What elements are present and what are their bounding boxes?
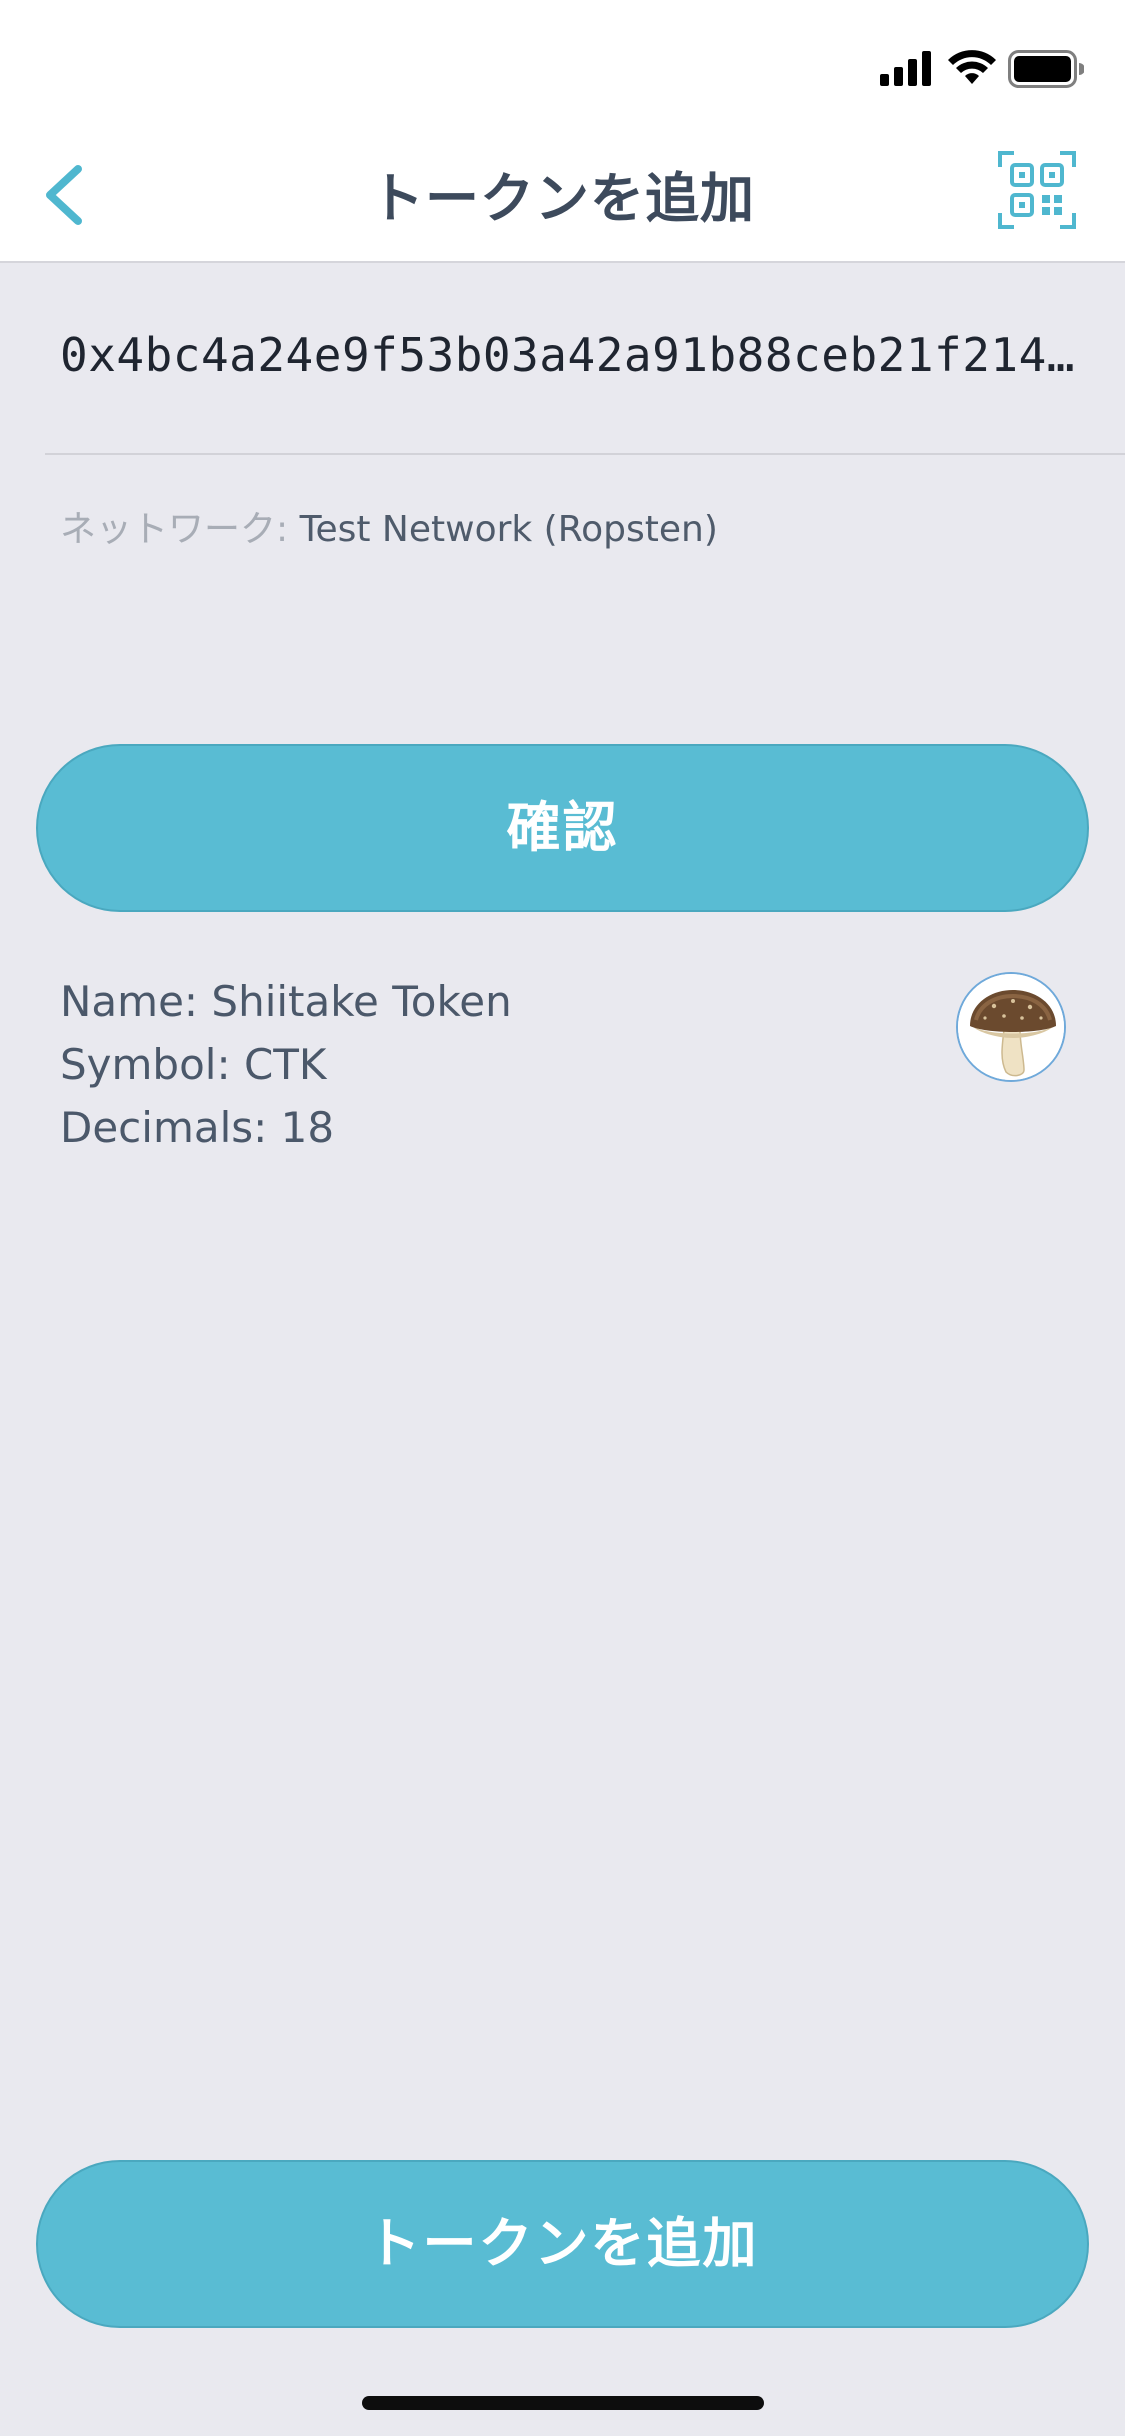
- cellular-signal-icon: [880, 51, 931, 86]
- network-value: Test Network (Ropsten): [299, 509, 718, 550]
- address-underline: [45, 453, 1125, 455]
- confirm-button[interactable]: 確認: [36, 744, 1089, 912]
- token-avatar: [956, 972, 1066, 1082]
- page-title: トークンを追加: [370, 167, 755, 230]
- wifi-icon: [948, 50, 996, 84]
- add-token-button[interactable]: トークンを追加: [36, 2160, 1089, 2328]
- status-bar: [0, 0, 1125, 130]
- navigation-bar: トークンを追加: [0, 130, 1125, 263]
- token-details: Name: Shiitake Token Symbol: CTK Decimal…: [60, 970, 512, 1159]
- network-label: ネットワーク:: [60, 509, 289, 550]
- battery-icon: [1008, 50, 1084, 88]
- qr-code-scan-icon[interactable]: [998, 151, 1076, 229]
- mushroom-icon: [958, 974, 1064, 1080]
- token-address-field[interactable]: 0x4bc4a24e9f53b03a42a91b88ceb21f214…: [60, 328, 1110, 382]
- token-symbol: Symbol: CTK: [60, 1040, 327, 1089]
- home-indicator[interactable]: [362, 2396, 764, 2410]
- token-name: Name: Shiitake Token: [60, 977, 512, 1026]
- token-decimals: Decimals: 18: [60, 1103, 335, 1152]
- network-info: ネットワーク: Test Network (Ropsten): [60, 500, 718, 552]
